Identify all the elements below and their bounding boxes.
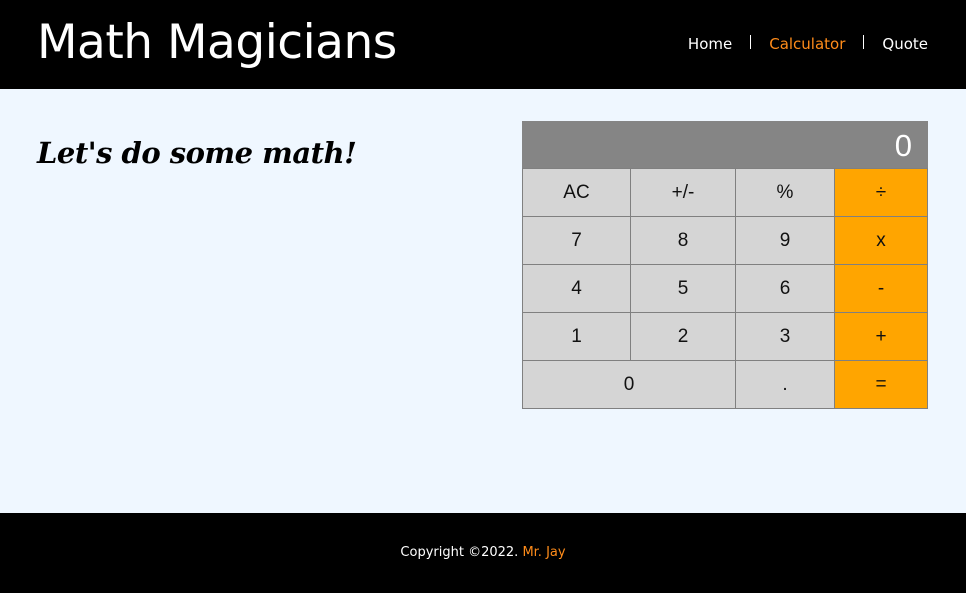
nav-link-calculator[interactable]: Calculator [769,34,845,54]
key-4[interactable]: 4 [522,264,631,313]
copyright-text: Copyright ©2022. [400,545,519,560]
key-all-clear[interactable]: AC [522,168,631,217]
key-3[interactable]: 3 [735,312,835,361]
footer-copyright: Copyright ©2022. Mr. Jay [0,544,966,562]
author-link[interactable]: Mr. Jay [522,545,565,560]
key-5[interactable]: 5 [630,264,736,313]
key-6[interactable]: 6 [735,264,835,313]
key-1[interactable]: 1 [522,312,631,361]
site-logo: Math Magicians [37,15,397,70]
nav-divider [863,35,865,49]
nav-divider [750,35,752,49]
key-equals[interactable]: = [834,360,928,409]
key-divide[interactable]: ÷ [834,168,928,217]
key-0[interactable]: 0 [522,360,736,409]
key-toggle-sign[interactable]: +/- [630,168,736,217]
site-header: Math Magicians Home Calculator Quote [0,0,966,89]
key-7[interactable]: 7 [522,216,631,265]
nav-link-quote[interactable]: Quote [882,34,928,54]
key-subtract[interactable]: - [834,264,928,313]
key-9[interactable]: 9 [735,216,835,265]
key-add[interactable]: + [834,312,928,361]
nav-link-home[interactable]: Home [688,34,732,54]
key-2[interactable]: 2 [630,312,736,361]
key-decimal[interactable]: . [735,360,835,409]
key-8[interactable]: 8 [630,216,736,265]
main-nav: Home Calculator Quote [688,34,928,54]
calculator-display: 0 [522,121,928,169]
calculator: 0 AC +/- % ÷ 7 8 9 x 4 5 6 - 1 2 3 + 0 .… [522,121,928,409]
calculator-keypad: AC +/- % ÷ 7 8 9 x 4 5 6 - 1 2 3 + 0 . = [522,168,928,409]
site-footer: Copyright ©2022. Mr. Jay [0,513,966,593]
page-headline: Let's do some math! [37,136,357,171]
key-percent[interactable]: % [735,168,835,217]
key-multiply[interactable]: x [834,216,928,265]
